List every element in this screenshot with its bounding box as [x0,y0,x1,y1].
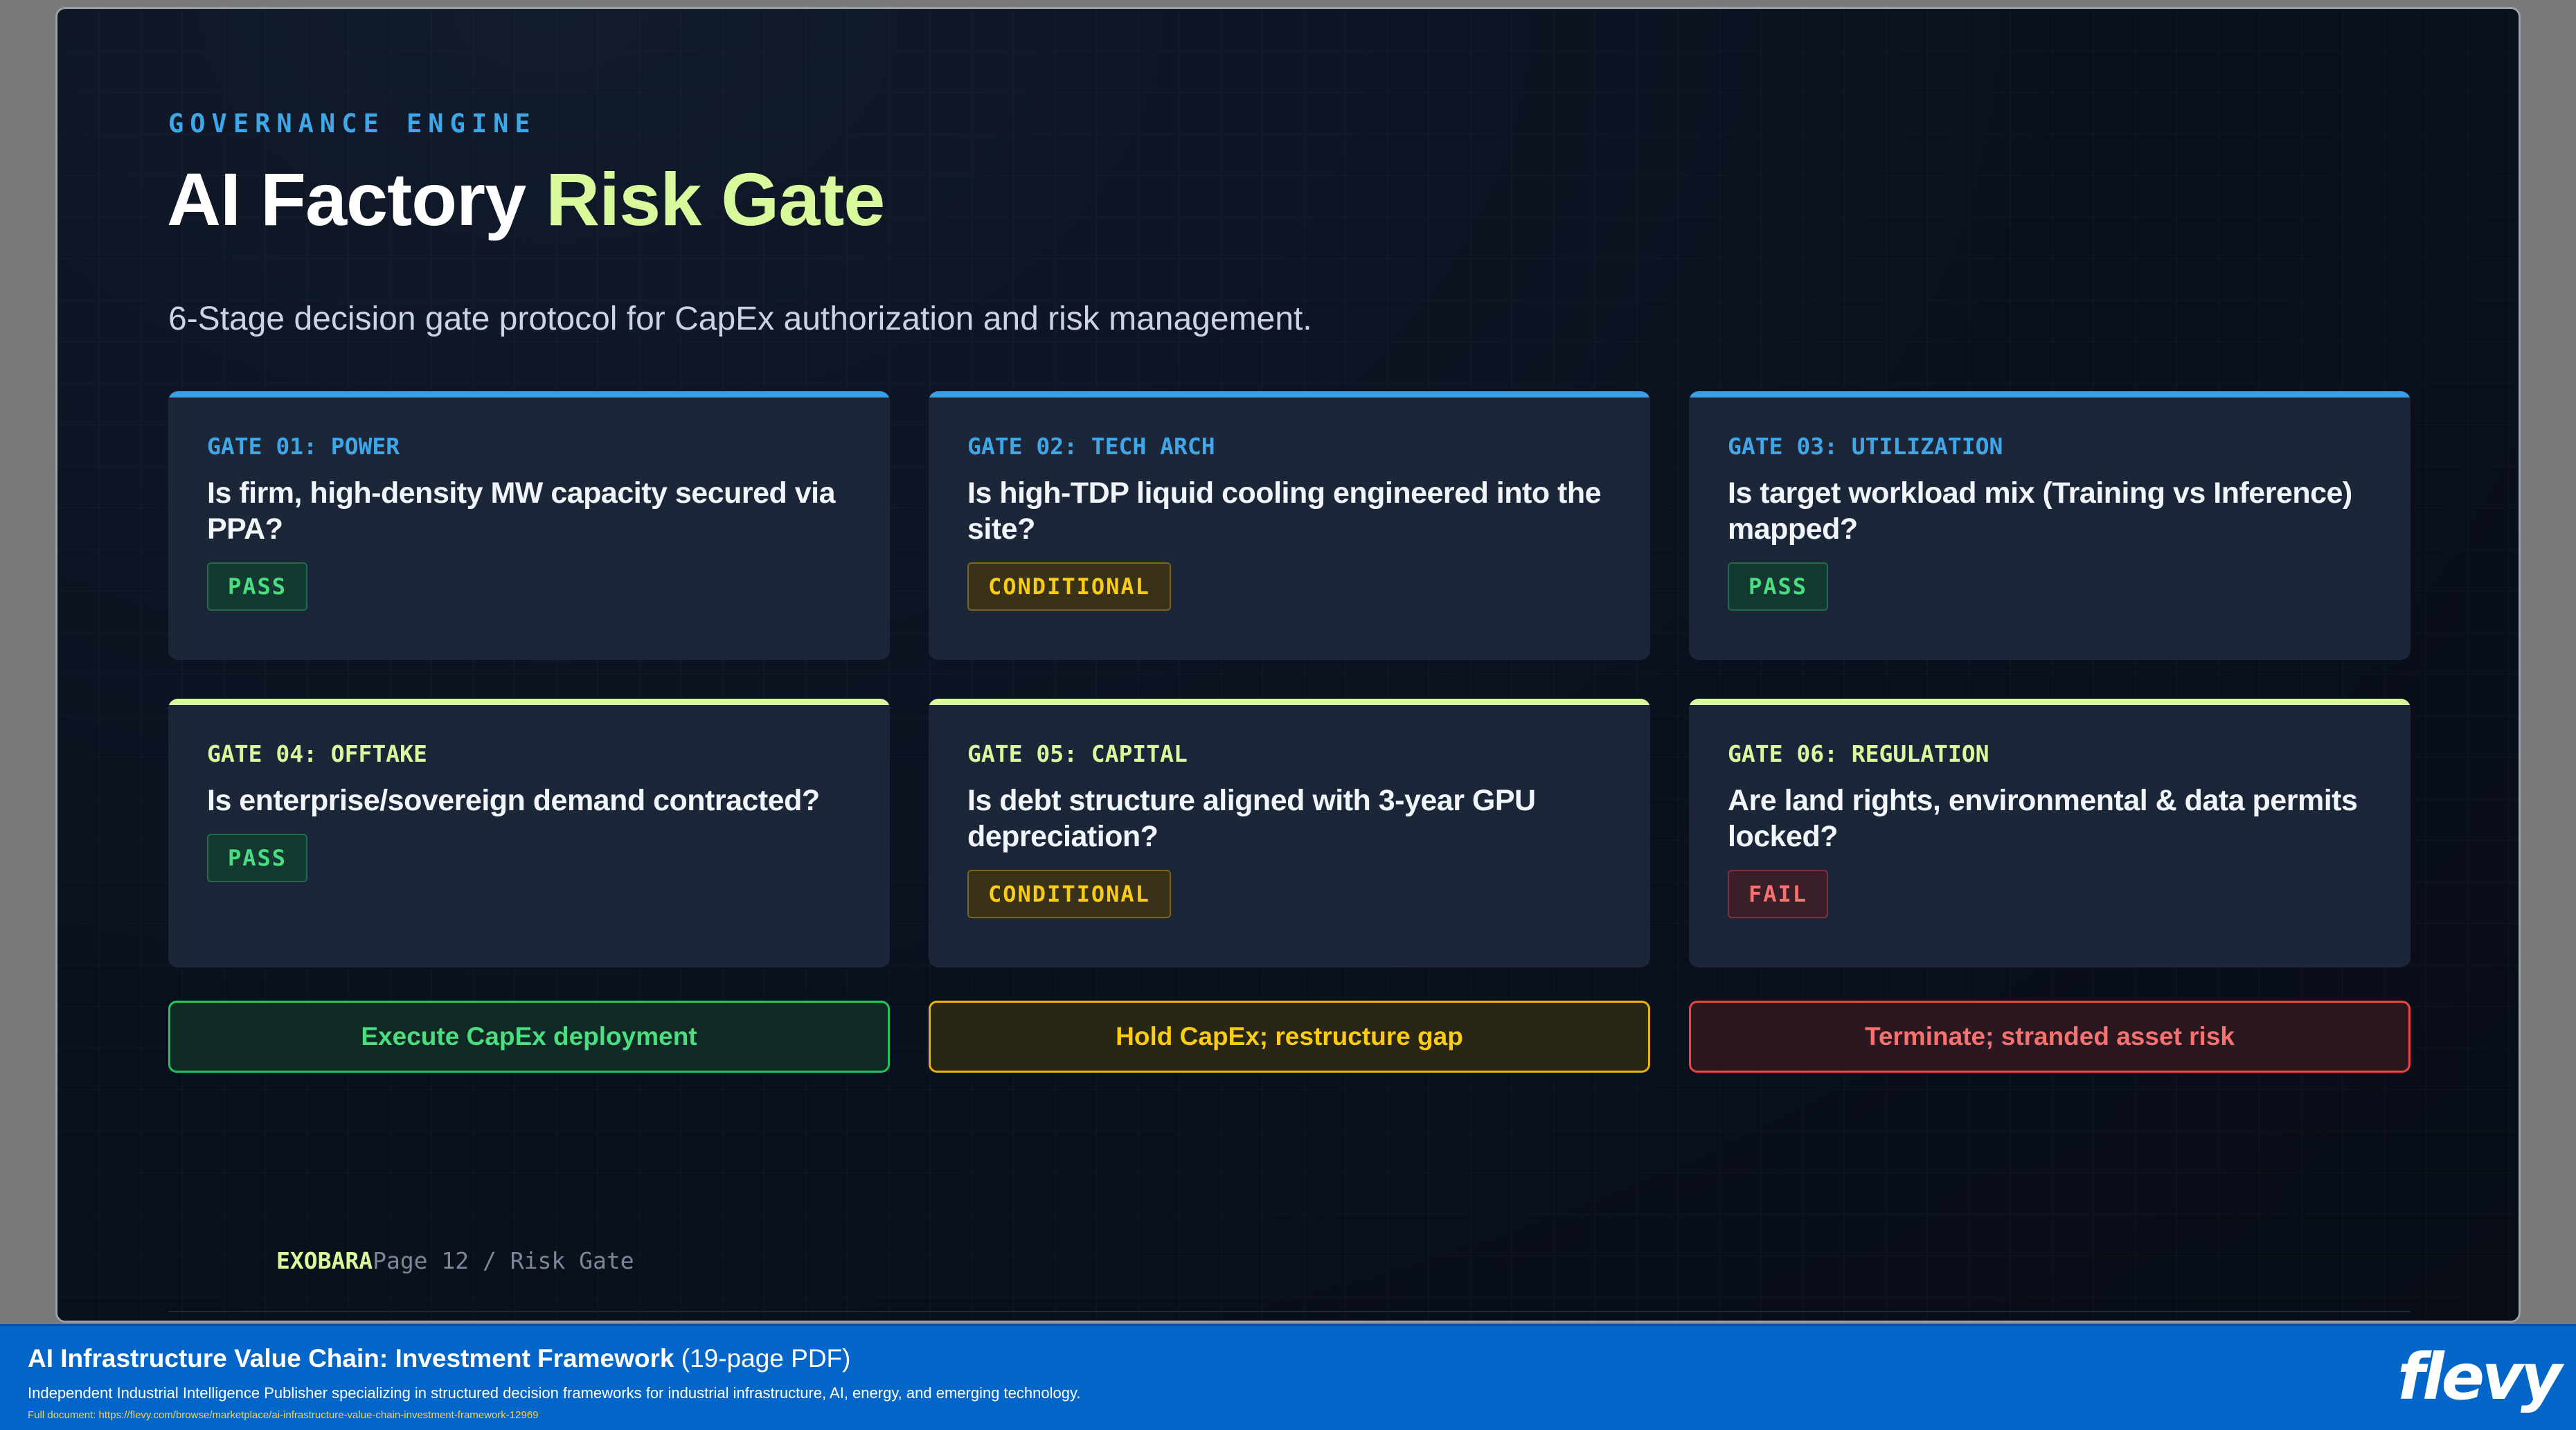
status-badge: CONDITIONAL [967,870,1171,918]
banner-description: Independent Industrial Intelligence Publ… [28,1384,1081,1402]
gate-label: GATE 01: POWER [207,433,400,460]
gate-label: GATE 03: UTILIZATION [1728,433,2003,460]
gate-label: GATE 02: TECH ARCH [967,433,1215,460]
gate-label: GATE 06: REGULATION [1728,740,1989,767]
outcome-terminate: Terminate; stranded asset risk [1689,1001,2410,1073]
gate-question: Is high-TDP liquid cooling engineered in… [967,476,1602,546]
gate-card-regulation: GATE 06: REGULATION Are land rights, env… [1689,699,2410,967]
banner-document-title[interactable]: AI Infrastructure Value Chain: Investmen… [28,1344,674,1373]
page-title: AI Factory Risk Gate [167,156,885,242]
status-badge: PASS [207,834,308,882]
document-banner: AI Infrastructure Value Chain: Investmen… [0,1324,2576,1430]
status-badge: PASS [1728,562,1829,611]
eyebrow-label: GOVERNANCE ENGINE [168,109,537,138]
gate-card-tech-arch: GATE 02: TECH ARCH Is high-TDP liquid co… [929,391,1650,660]
status-badge: PASS [207,562,308,611]
gate-label: GATE 04: OFFTAKE [207,740,427,767]
gate-question: Is enterprise/sovereign demand contracte… [207,784,820,817]
banner-page-count: (19-page PDF) [674,1344,851,1373]
flevy-logo[interactable]: flevy [2397,1340,2562,1414]
title-main: AI Factory [167,157,546,241]
outcome-hold: Hold CapEx; restructure gap [929,1001,1650,1073]
gate-grid: GATE 01: POWER Is firm, high-density MW … [168,391,2410,967]
gate-card-offtake: GATE 04: OFFTAKE Is enterprise/sovereign… [168,699,890,967]
status-badge: FAIL [1728,870,1829,918]
footer-page-indicator: Page 12 / Risk Gate [373,1247,634,1274]
banner-document-link[interactable]: Full document: https://flevy.com/browse/… [28,1409,539,1421]
gate-question: Is debt structure aligned with 3-year GP… [967,784,1536,853]
gate-question: Is firm, high-density MW capacity secure… [207,476,836,546]
gate-card-capital: GATE 05: CAPITAL Is debt structure align… [929,699,1650,967]
title-accent: Risk Gate [546,157,885,241]
slide: GOVERNANCE ENGINE AI Factory Risk Gate 6… [55,7,2521,1323]
banner-title[interactable]: AI Infrastructure Value Chain: Investmen… [28,1344,850,1373]
gate-question: Are land rights, environmental & data pe… [1728,784,2358,853]
gate-label: GATE 05: CAPITAL [967,740,1188,767]
gate-question: Is target workload mix (Training vs Infe… [1728,476,2352,546]
page-subtitle: 6-Stage decision gate protocol for CapEx… [168,301,1312,337]
outcome-row: Execute CapEx deployment Hold CapEx; res… [168,1001,2410,1073]
status-badge: CONDITIONAL [967,562,1171,611]
slide-footer: EXOBARAPage 12 / Risk Gate [276,1247,634,1274]
gate-card-power: GATE 01: POWER Is firm, high-density MW … [168,391,890,660]
footer-divider [168,1311,2410,1312]
gate-card-utilization: GATE 03: UTILIZATION Is target workload … [1689,391,2410,660]
footer-brand: EXOBARA [276,1247,373,1274]
outcome-execute: Execute CapEx deployment [168,1001,890,1073]
